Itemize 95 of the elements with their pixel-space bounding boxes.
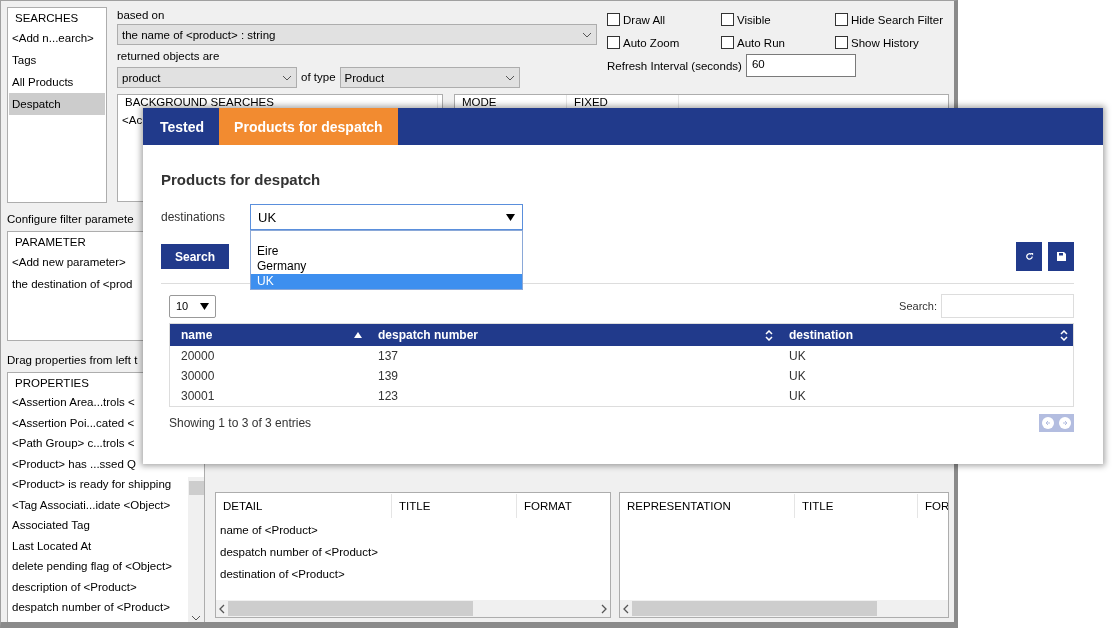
table-cell-text: 139: [377, 368, 400, 385]
search-item[interactable]: Despatch: [9, 93, 105, 115]
property-item[interactable]: <Product> is ready for shipping: [9, 474, 175, 495]
field-label: returned objects are: [117, 49, 220, 64]
column-header[interactable]: name: [170, 324, 367, 346]
based-on-dropdown[interactable]: the name of <product> : string: [117, 24, 597, 45]
table-cell-text: UK: [788, 388, 807, 405]
checkbox-label: Hide Search Filter: [851, 13, 944, 26]
property-item[interactable]: <Assertion Area...trols <: [9, 392, 138, 413]
list-header: PARAMETER: [14, 235, 87, 250]
checkbox[interactable]: [607, 13, 620, 26]
property-item[interactable]: <Tag Associati...idate <Object>: [9, 494, 174, 515]
vertical-scrollbar[interactable]: [188, 477, 204, 622]
column-header: REPRESENTATION: [620, 494, 795, 518]
table-cell-text: 30000: [180, 368, 216, 385]
table-cell-text: 30001: [180, 388, 216, 405]
search-item[interactable]: <Add n...earch>: [9, 27, 105, 49]
refresh-icon: [1024, 252, 1034, 261]
column-header: FOR: [918, 494, 948, 518]
caret-icon: [200, 302, 209, 310]
field-label: based on: [117, 8, 165, 23]
checkbox[interactable]: [721, 13, 734, 26]
list-item[interactable]: <Ac: [119, 109, 146, 131]
property-item[interactable]: Last Located At: [9, 535, 95, 556]
previous-icon: [1041, 417, 1054, 429]
refresh-interval-field[interactable]: 60: [745, 54, 856, 77]
detail-row[interactable]: destination of <Product>: [216, 563, 610, 585]
checkbox[interactable]: [835, 13, 848, 26]
checkbox-label: Draw All: [623, 13, 666, 26]
destinations-select[interactable]: UK: [250, 204, 523, 230]
sort-ascending-icon[interactable]: [354, 332, 362, 338]
property-item[interactable]: <Assertion Poi...cated <: [9, 412, 138, 433]
table-cell-text: 20000: [180, 348, 216, 365]
table-cell-text: 123: [377, 388, 400, 405]
scroll-thumb[interactable]: [188, 481, 204, 495]
parameter-item[interactable]: the destination of <prod: [9, 273, 136, 295]
returned-objects-dropdown[interactable]: product: [117, 67, 297, 88]
checkbox[interactable]: [721, 36, 734, 49]
checkbox-label: Auto Zoom: [623, 36, 680, 49]
page-heading: Products for despatch: [161, 171, 322, 188]
field-label: of type: [301, 70, 336, 85]
search-item[interactable]: Tags: [9, 49, 105, 71]
entries-info: Showing 1 to 3 of 3 entries: [169, 416, 312, 430]
detail-row[interactable]: despatch number of <Product>: [216, 541, 610, 563]
scroll-down-icon: [191, 615, 201, 621]
column-header: TITLE: [392, 494, 517, 518]
chevron-down-icon: [504, 74, 515, 81]
property-item[interactable]: despatch number of <Product>: [9, 597, 173, 618]
horizontal-scrollbar[interactable]: [216, 600, 610, 617]
field-label: Search:: [899, 300, 937, 312]
table-cell-text: UK: [788, 348, 807, 365]
property-item[interactable]: description of <Product>: [9, 576, 140, 597]
chevron-down-icon: [582, 31, 592, 38]
tab[interactable]: Tested: [145, 108, 220, 145]
column-header[interactable]: destination: [778, 324, 1073, 346]
caret-icon: [506, 213, 515, 221]
property-item[interactable]: delete pending flag of <Object>: [9, 556, 175, 577]
sort-icon[interactable]: [765, 329, 773, 341]
checkbox[interactable]: [835, 36, 848, 49]
scroll-left-icon[interactable]: [623, 603, 629, 614]
list-header: SEARCHES: [14, 11, 80, 26]
search-field[interactable]: [941, 294, 1074, 318]
sort-icon[interactable]: [1060, 329, 1068, 341]
refresh-button[interactable]: [1016, 242, 1042, 271]
checkbox-label: Show History: [851, 36, 919, 49]
checkbox[interactable]: [607, 36, 620, 49]
scroll-right-icon[interactable]: [601, 603, 607, 614]
field-label: Refresh Interval (seconds): [607, 59, 742, 72]
horizontal-scrollbar[interactable]: [620, 600, 948, 617]
property-item[interactable]: <Product> has ...ssed Q: [9, 453, 139, 474]
checkbox-label: Auto Run: [737, 36, 785, 49]
checkbox-label: Visible: [737, 13, 771, 26]
table-cell-text: UK: [788, 368, 807, 385]
column-header: FORMAT: [517, 494, 610, 518]
property-item[interactable]: <Path Group> c...trols <: [9, 433, 138, 454]
parameter-item[interactable]: <Add new parameter>: [9, 251, 129, 273]
column-header[interactable]: despatch number: [367, 324, 778, 346]
page-length-select[interactable]: 10: [169, 294, 216, 318]
save-button[interactable]: [1048, 242, 1074, 271]
column-header: TITLE: [795, 494, 918, 518]
caption: Drag properties from left t: [7, 353, 138, 368]
list-header: PROPERTIES: [14, 376, 90, 391]
column-header: DETAIL: [216, 494, 392, 518]
table-cell-text: 137: [377, 348, 400, 365]
chevron-down-icon: [282, 74, 292, 81]
property-item[interactable]: Associated Tag: [9, 515, 93, 536]
field-label: destinations: [161, 210, 227, 224]
caption: Configure filter paramete: [7, 212, 134, 227]
search-button[interactable]: Search: [161, 244, 230, 269]
scroll-left-icon[interactable]: [219, 603, 225, 614]
search-item[interactable]: All Products: [9, 71, 105, 93]
detail-row[interactable]: name of <Product>: [216, 519, 610, 541]
save-icon: [1056, 252, 1066, 261]
next-icon: [1059, 417, 1072, 429]
type-dropdown[interactable]: Product: [339, 67, 520, 88]
